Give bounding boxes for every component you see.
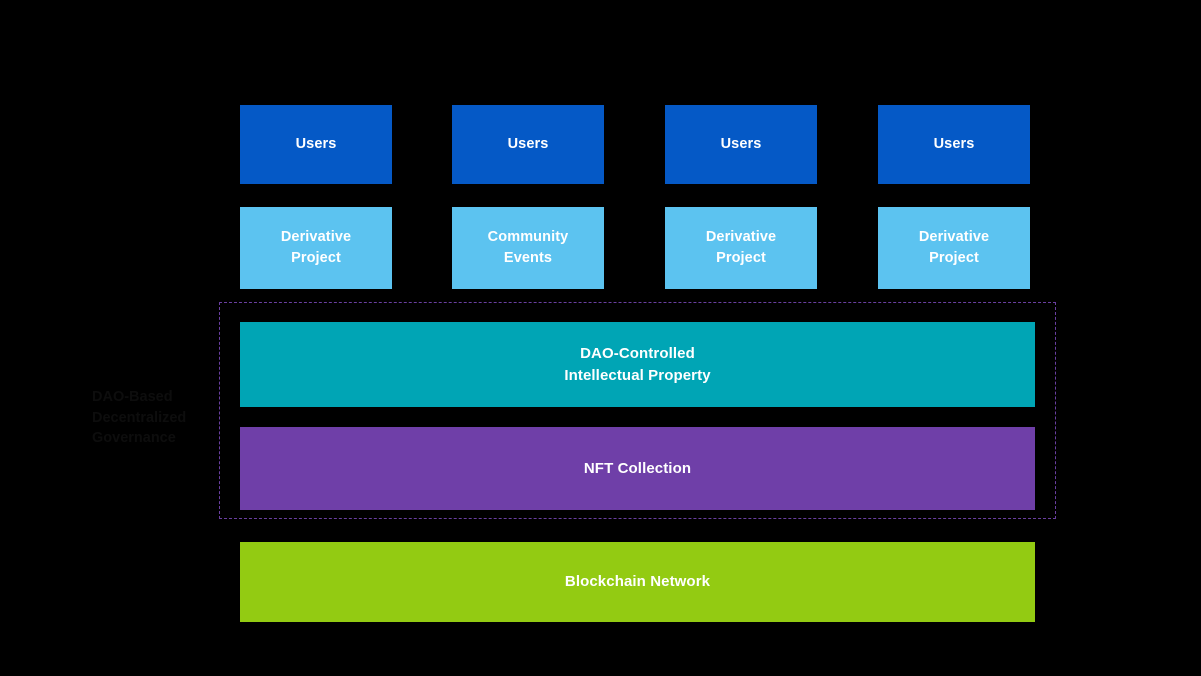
diagram-canvas: DAO-Based Decentralized Governance Users… (0, 0, 1201, 676)
blockchain-network-box[interactable]: Blockchain Network (240, 542, 1035, 622)
dao-controlled-ip-box[interactable]: DAO-Controlled Intellectual Property (240, 322, 1035, 407)
community-events-box[interactable]: Community Events (452, 207, 604, 289)
users-box-2[interactable]: Users (452, 105, 604, 184)
users-box-1[interactable]: Users (240, 105, 392, 184)
derivative-project-box-2[interactable]: Derivative Project (665, 207, 817, 289)
side-label-dao-governance: DAO-Based Decentralized Governance (92, 389, 187, 447)
derivative-project-box-1[interactable]: Derivative Project (240, 207, 392, 289)
users-box-3[interactable]: Users (665, 105, 817, 184)
nft-collection-box[interactable]: NFT Collection (240, 427, 1035, 510)
derivative-project-box-3[interactable]: Derivative Project (878, 207, 1030, 289)
users-box-4[interactable]: Users (878, 105, 1030, 184)
